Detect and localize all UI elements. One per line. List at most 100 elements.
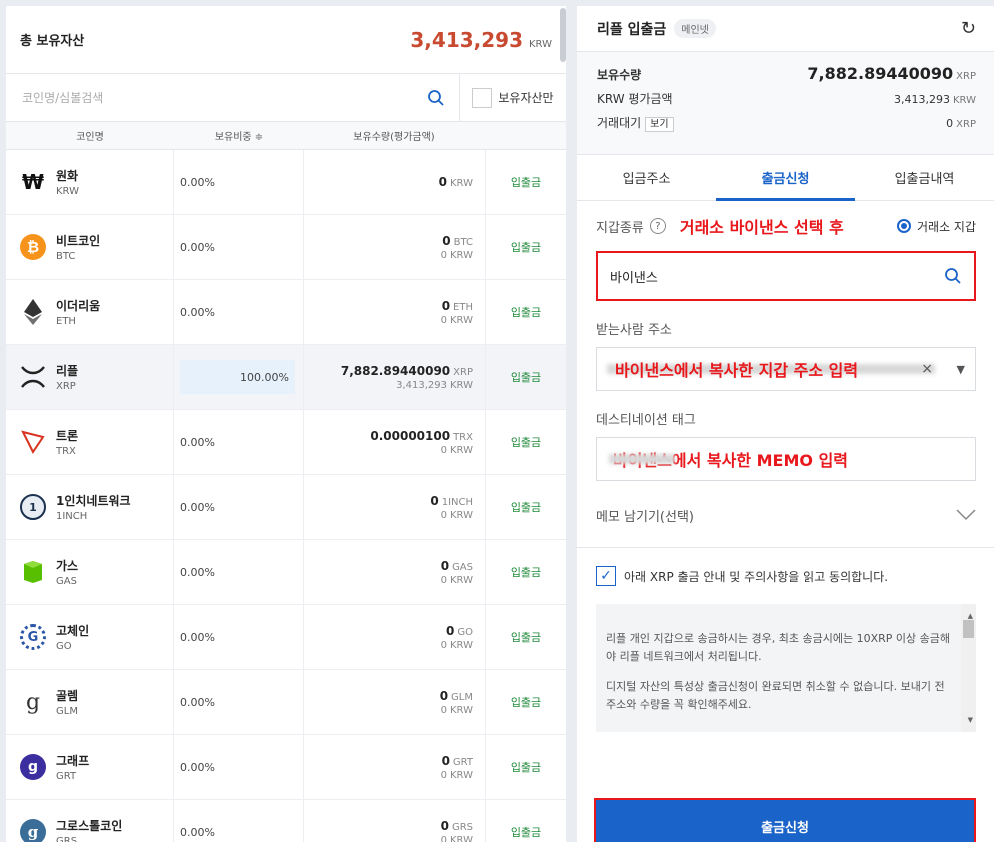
tab-history[interactable]: 입출금내역 xyxy=(855,155,994,200)
annotation-select-exchange: 거래소 바이낸스 선택 후 xyxy=(679,218,844,237)
krw-eval-label: KRW 평가금액 xyxy=(597,92,673,106)
coin-share: 0.00% xyxy=(180,695,215,709)
memo-toggle[interactable]: 메모 남기기(선택) xyxy=(596,487,976,543)
deposit-withdraw-link[interactable]: 입출금 xyxy=(486,280,566,344)
coin-symbol: KRW xyxy=(56,186,79,197)
caret-down-icon[interactable]: ▼ xyxy=(957,363,965,376)
coin-list: ₩ 원화 KRW 0.00% 0 KRW 입출금 ₿ 비트코인 BTC 0.00%… xyxy=(6,150,566,842)
agree-row[interactable]: ✓ 아래 XRP 출금 안내 및 주의사항을 읽고 동의합니다. xyxy=(596,566,976,586)
withdraw-submit-button[interactable]: 출금신청 xyxy=(596,800,974,842)
holding-unit: XRP xyxy=(956,71,976,82)
submit-highlight: 출금신청 xyxy=(594,798,976,842)
coin-row[interactable]: g 골렘 GLM 0.00% 0 GLM 0 KRW 입출금 xyxy=(6,670,566,735)
coin-krw-unit: KRW xyxy=(450,444,473,456)
coin-search-input[interactable] xyxy=(22,90,427,105)
coin-quantity: 0 xyxy=(446,623,455,638)
table-header: 코인명 보유비중 ≑ 보유수량(평가금액) xyxy=(6,122,566,150)
exchange-wallet-label: 거래소 지갑 xyxy=(916,219,976,234)
search-icon[interactable] xyxy=(944,267,962,285)
coin-krw-unit: KRW xyxy=(450,314,473,326)
holdings-only-checkbox[interactable] xyxy=(472,87,493,108)
coin-name: 그로스톨코인 xyxy=(56,819,123,833)
deposit-withdraw-link[interactable]: 입출금 xyxy=(486,735,566,799)
column-share[interactable]: 보유비중 ≑ xyxy=(174,128,304,143)
coin-quantity: 7,882.89440090 xyxy=(340,363,451,378)
exchange-search-input[interactable] xyxy=(610,268,944,284)
coin-row[interactable]: ₿ 비트코인 BTC 0.00% 0 BTC 0 KRW 입출금 xyxy=(6,215,566,280)
graph-icon: g xyxy=(20,754,46,780)
coin-row[interactable]: g 그로스톨코인 GRS 0.00% 0 GRS 0 KRW 입출금 xyxy=(6,800,566,842)
panel-title: 리플 입출금 xyxy=(597,21,667,38)
coin-krw-value: 0 xyxy=(440,509,447,521)
notice-text-box: 리플 개인 지갑으로 송금하시는 경우, 최초 송금시에는 10XRP 이상 송… xyxy=(596,604,976,732)
destination-tag-label: 데스티네이션 태그 xyxy=(596,413,696,428)
deposit-withdraw-link[interactable]: 입출금 xyxy=(486,215,566,279)
deposit-withdraw-link[interactable]: 입출금 xyxy=(486,150,566,214)
deposit-withdraw-link[interactable]: 입출금 xyxy=(486,540,566,604)
coin-share: 0.00% xyxy=(180,175,215,189)
panel-header: 리플 입출금 메인넷 ↻ xyxy=(577,6,994,52)
coin-name: 리플 xyxy=(56,364,79,378)
notice-paragraph-2: 디지털 자산의 특성상 출금신청이 완료되면 취소할 수 없습니다. 보내기 전… xyxy=(606,680,945,711)
groestl-icon: g xyxy=(20,819,46,842)
coin-name: 원화 xyxy=(56,169,79,183)
coin-symbol: ETH xyxy=(56,316,76,327)
deposit-withdraw-link[interactable]: 입출금 xyxy=(486,670,566,734)
coin-row[interactable]: 1 1인치네트워크 1INCH 0.00% 0 1INCH 0 KRW 입출금 xyxy=(6,475,566,540)
holdings-only-label: 보유자산만 xyxy=(498,91,554,105)
deposit-withdraw-link[interactable]: 입출금 xyxy=(486,800,566,842)
coin-row[interactable]: 가스 GAS 0.00% 0 GAS 0 KRW 입출금 xyxy=(6,540,566,605)
deposit-withdraw-panel: 리플 입출금 메인넷 ↻ 보유수량 7,882.89440090 XRP KRW … xyxy=(577,6,994,842)
coin-name: 트론 xyxy=(56,429,79,443)
recipient-address-input[interactable]: 바이낸스에서 복사한 지갑 주소 입력 × ▼ xyxy=(596,347,976,391)
scrollbar-thumb[interactable] xyxy=(560,8,566,62)
coin-quantity-unit: ETH xyxy=(453,301,473,313)
coin-krw-value: 0 xyxy=(440,834,447,842)
refresh-icon[interactable]: ↻ xyxy=(961,18,976,39)
destination-tag-input[interactable]: 바이낸스에서 복사한 MEMO 입력 xyxy=(596,437,976,481)
annotation-paste-address: 바이낸스에서 복사한 지갑 주소 입력 xyxy=(615,361,859,380)
coin-row[interactable]: ₩ 원화 KRW 0.00% 0 KRW 입출금 xyxy=(6,150,566,215)
holdings-only-filter[interactable]: 보유자산만 xyxy=(460,87,566,108)
share-bar: 100.00% xyxy=(180,360,295,394)
wallet-type-row: 지갑종류 ? 거래소 바이낸스 선택 후 거래소 지갑 xyxy=(596,201,976,251)
coin-row[interactable]: 리플 XRP 100.00% 7,882.89440090 XRP 3,413,2… xyxy=(6,345,566,410)
coin-row[interactable]: g 그래프 GRT 0.00% 0 GRT 0 KRW 입출금 xyxy=(6,735,566,800)
coin-share: 0.00% xyxy=(180,435,215,449)
exchange-wallet-radio[interactable] xyxy=(896,219,911,233)
coin-krw-unit: KRW xyxy=(450,769,473,781)
coin-krw-value: 3,413,293 xyxy=(396,379,447,391)
agree-checkbox[interactable]: ✓ xyxy=(596,566,616,586)
scroll-down-icon[interactable]: ▼ xyxy=(968,711,973,729)
coin-row[interactable]: G 고체인 GO 0.00% 0 GO 0 KRW 입출금 xyxy=(6,605,566,670)
coin-share: 0.00% xyxy=(180,565,215,579)
tron-icon xyxy=(20,429,46,455)
exchange-wallet-option[interactable]: 거래소 지갑 xyxy=(896,218,976,235)
deposit-withdraw-link[interactable]: 입출금 xyxy=(486,605,566,669)
chevron-down-icon[interactable] xyxy=(956,509,976,521)
search-icon[interactable] xyxy=(427,89,445,107)
gochain-icon: G xyxy=(20,624,46,650)
coin-share: 0.00% xyxy=(180,760,215,774)
coin-search-box[interactable] xyxy=(6,74,460,121)
exchange-select-box[interactable] xyxy=(596,251,976,301)
deposit-withdraw-link[interactable]: 입출금 xyxy=(486,475,566,539)
holding-label: 보유수량 xyxy=(597,68,642,82)
clear-icon[interactable]: × xyxy=(921,361,933,377)
deposit-withdraw-link[interactable]: 입출금 xyxy=(486,410,566,474)
tab-deposit-address[interactable]: 입금주소 xyxy=(577,155,716,200)
help-icon[interactable]: ? xyxy=(649,218,666,234)
coin-quantity-unit: TRX xyxy=(453,431,473,443)
asset-panel: 총 보유자산 3,413,293 KRW 보유자산만 코인명 보유비중 ≑ 보유… xyxy=(6,6,566,842)
won-icon: ₩ xyxy=(21,170,45,194)
coin-row[interactable]: 트론 TRX 0.00% 0.00000100 TRX 0 KRW 입출금 xyxy=(6,410,566,475)
coin-krw-unit: KRW xyxy=(450,379,473,391)
total-assets-unit: KRW xyxy=(529,38,552,50)
agree-text: 아래 XRP 출금 안내 및 주의사항을 읽고 동의합니다. xyxy=(624,569,889,584)
tab-withdraw-request[interactable]: 출금신청 xyxy=(716,155,855,201)
view-pending-button[interactable]: 보기 xyxy=(645,117,674,132)
coin-name: 고체인 xyxy=(56,624,90,638)
deposit-withdraw-link[interactable]: 입출금 xyxy=(486,345,566,409)
scroll-up-icon[interactable]: ▲ xyxy=(968,607,973,625)
coin-row[interactable]: 이더리움 ETH 0.00% 0 ETH 0 KRW 입출금 xyxy=(6,280,566,345)
